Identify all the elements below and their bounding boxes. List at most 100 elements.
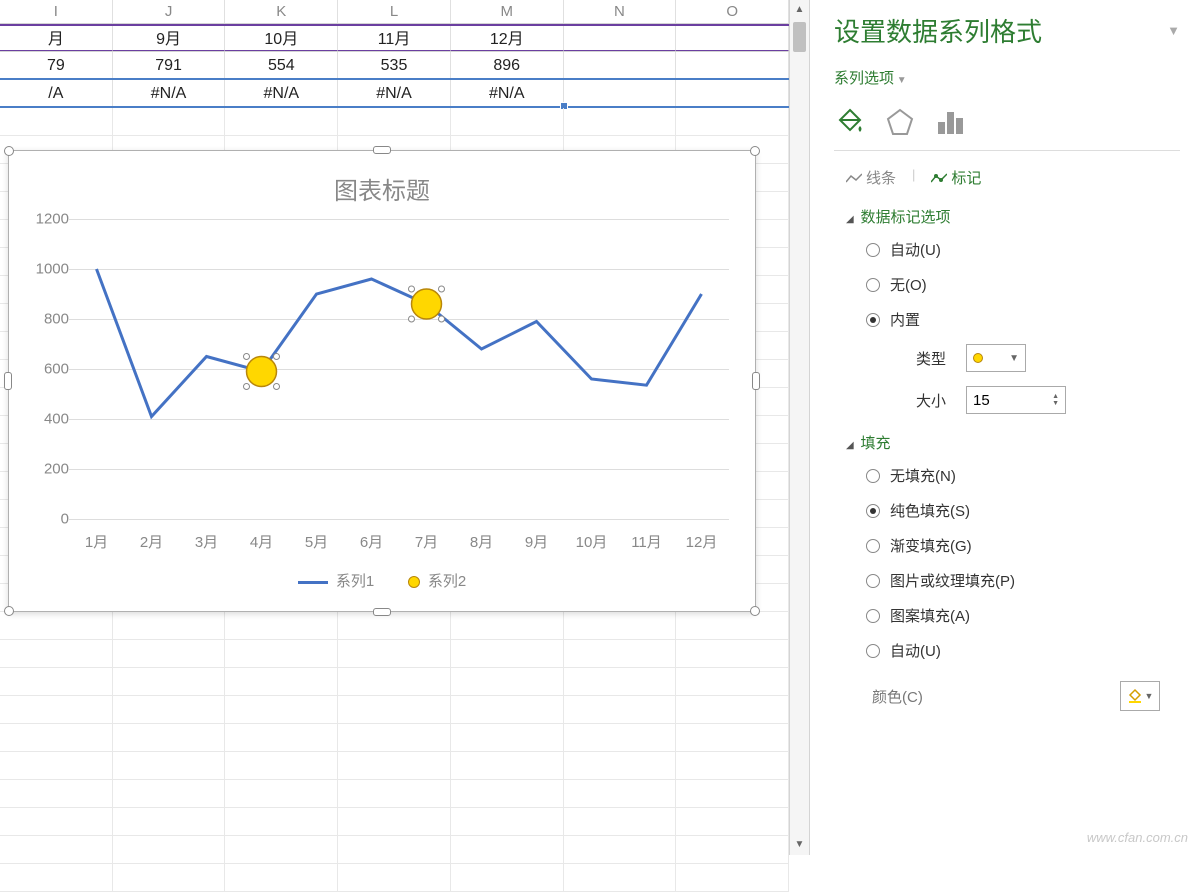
cell[interactable]: 79 <box>0 52 113 78</box>
fill-paint-icon[interactable] <box>834 106 866 138</box>
line-icon <box>846 172 862 184</box>
resize-handle[interactable] <box>4 372 12 390</box>
col-header[interactable]: M <box>451 0 564 23</box>
panel-icon-tabs <box>834 106 1180 151</box>
x-tick-label: 2月 <box>124 531 179 552</box>
cell[interactable]: 9月 <box>113 26 226 51</box>
color-picker-button[interactable]: ▼ <box>1120 681 1160 711</box>
cell[interactable]: 10月 <box>225 26 338 51</box>
cell[interactable]: #N/A <box>338 80 451 106</box>
col-header[interactable]: N <box>564 0 677 23</box>
col-header[interactable]: L <box>338 0 451 23</box>
marker-point-7[interactable] <box>409 286 445 322</box>
radio-icon <box>866 574 880 588</box>
marker-icon <box>931 172 947 184</box>
cell[interactable]: 11月 <box>338 26 451 51</box>
cell[interactable] <box>676 26 789 51</box>
x-tick-label: 6月 <box>344 531 399 552</box>
tab-label: 线条 <box>866 167 896 188</box>
plot-area[interactable] <box>69 219 729 519</box>
radio-icon <box>866 539 880 553</box>
series-bars-icon[interactable] <box>934 106 966 138</box>
tab-marker[interactable]: 标记 <box>931 167 981 188</box>
scroll-thumb[interactable] <box>793 22 806 52</box>
section-marker-options[interactable]: 数据标记选项 <box>834 206 1180 227</box>
scroll-up-button[interactable]: ▲ <box>790 0 809 20</box>
cell[interactable]: #N/A <box>225 80 338 106</box>
radio-label: 图案填充(A) <box>890 605 970 626</box>
marker-type-row: 类型 ▼ <box>866 344 1180 372</box>
paint-bucket-icon <box>1127 688 1143 704</box>
resize-handle[interactable] <box>750 606 760 616</box>
resize-handle[interactable] <box>752 372 760 390</box>
spreadsheet-area: I J K L M N O 月 9月 10月 11月 12月 79 791 <box>0 0 810 855</box>
cell[interactable]: 月 <box>0 26 113 51</box>
format-panel: 设置数据系列格式 ▼ 系列选项 线条 | 标记 数据标记选项 自动(U) <box>810 0 1200 855</box>
legend-item[interactable]: 系列2 <box>408 570 466 591</box>
marker-point-4[interactable] <box>244 354 280 390</box>
cell[interactable]: 535 <box>338 52 451 78</box>
x-tick-label: 12月 <box>674 531 729 552</box>
col-header[interactable]: K <box>225 0 338 23</box>
y-tick-label: 1000 <box>29 261 69 278</box>
scroll-down-button[interactable]: ▼ <box>790 835 809 855</box>
y-tick-label: 200 <box>29 460 69 477</box>
column-headers: I J K L M N O <box>0 0 789 24</box>
x-tick-label: 10月 <box>564 531 619 552</box>
tab-line[interactable]: 线条 <box>846 167 896 188</box>
cell[interactable]: 554 <box>225 52 338 78</box>
radio-label: 无填充(N) <box>890 465 956 486</box>
spinner-icon[interactable]: ▲▼ <box>1052 393 1059 407</box>
radio-builtin[interactable]: 内置 <box>866 309 1180 330</box>
radio-fill-pattern[interactable]: 图案填充(A) <box>866 605 1180 626</box>
radio-auto[interactable]: 自动(U) <box>866 239 1180 260</box>
resize-handle[interactable] <box>4 606 14 616</box>
series-options-dropdown[interactable]: 系列选项 <box>834 67 1180 88</box>
col-header[interactable]: I <box>0 0 113 23</box>
radio-fill-picture[interactable]: 图片或纹理填充(P) <box>866 570 1180 591</box>
cell[interactable]: 12月 <box>451 26 564 51</box>
size-label: 大小 <box>916 390 966 411</box>
cell[interactable]: 896 <box>451 52 564 78</box>
radio-fill-gradient[interactable]: 渐变填充(G) <box>866 535 1180 556</box>
resize-handle[interactable] <box>750 146 760 156</box>
chart-title[interactable]: 图表标题 <box>9 171 755 206</box>
legend-item[interactable]: 系列1 <box>298 570 374 591</box>
x-tick-label: 3月 <box>179 531 234 552</box>
marker-size-input[interactable]: 15 ▲▼ <box>966 386 1066 414</box>
radio-fill-auto[interactable]: 自动(U) <box>866 640 1180 661</box>
effects-pentagon-icon[interactable] <box>884 106 916 138</box>
panel-header: 设置数据系列格式 ▼ <box>834 12 1180 49</box>
resize-handle[interactable] <box>373 146 391 154</box>
radio-none[interactable]: 无(O) <box>866 274 1180 295</box>
resize-handle[interactable] <box>373 608 391 616</box>
radio-fill-none[interactable]: 无填充(N) <box>866 465 1180 486</box>
y-tick-label: 1200 <box>29 211 69 228</box>
resize-handle[interactable] <box>4 146 14 156</box>
radio-fill-solid[interactable]: 纯色填充(S) <box>866 500 1180 521</box>
chart-container[interactable]: 图表标题 0 200 400 600 800 1000 1200 <box>8 150 756 612</box>
marker-type-select[interactable]: ▼ <box>966 344 1026 372</box>
series-1-line[interactable] <box>97 269 702 417</box>
type-label: 类型 <box>916 348 966 369</box>
radio-label: 渐变填充(G) <box>890 535 972 556</box>
legend-label: 系列1 <box>336 573 374 590</box>
cell[interactable]: #N/A <box>113 80 226 106</box>
cell[interactable] <box>676 52 789 78</box>
x-tick-label: 4月 <box>234 531 289 552</box>
cell[interactable] <box>564 80 677 106</box>
section-fill[interactable]: 填充 <box>834 432 1180 453</box>
radio-icon <box>866 278 880 292</box>
cell[interactable] <box>564 26 677 51</box>
cell[interactable] <box>564 52 677 78</box>
col-header[interactable]: J <box>113 0 226 23</box>
x-tick-label: 9月 <box>509 531 564 552</box>
col-header[interactable]: O <box>676 0 789 23</box>
chart-legend[interactable]: 系列1 系列2 <box>9 570 755 591</box>
cell[interactable]: #N/A <box>451 80 564 106</box>
cell[interactable] <box>676 80 789 106</box>
chevron-down-icon[interactable]: ▼ <box>1167 23 1180 38</box>
cell[interactable]: /A <box>0 80 113 106</box>
vertical-scrollbar[interactable]: ▲ ▼ <box>789 0 809 855</box>
cell[interactable]: 791 <box>113 52 226 78</box>
